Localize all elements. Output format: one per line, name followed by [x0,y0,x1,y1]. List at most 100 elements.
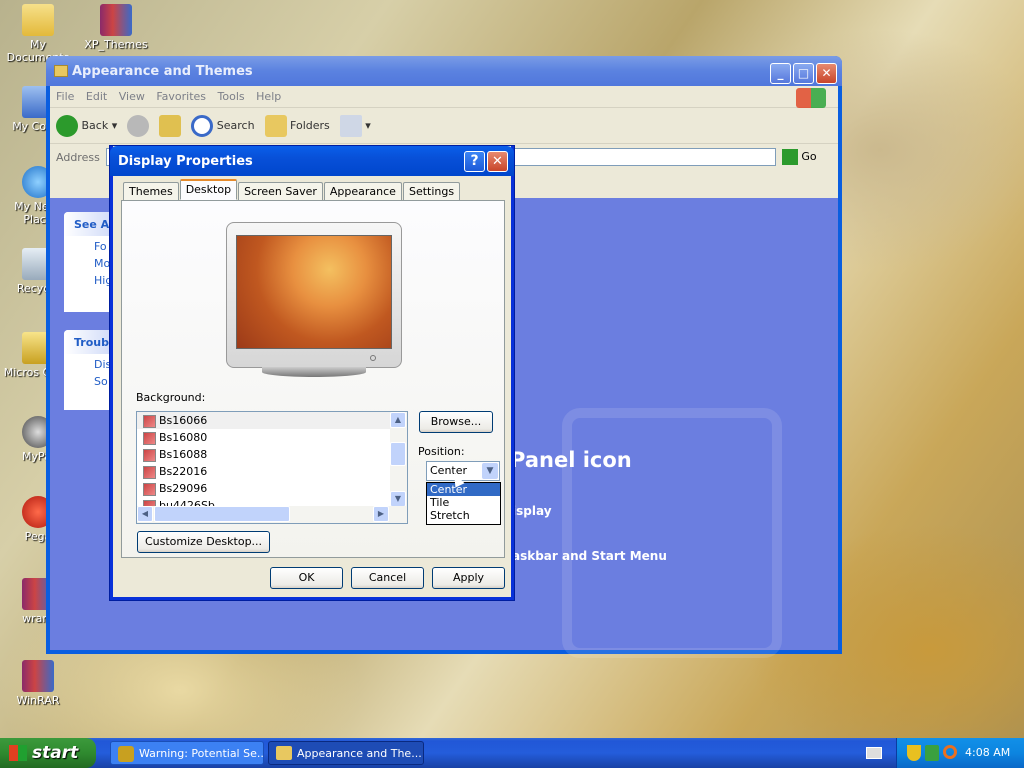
scroll-down-icon[interactable]: ▼ [390,491,406,507]
horizontal-scroll-thumb[interactable] [154,506,290,522]
desktop-icon-winrar[interactable]: WinRAR [0,660,76,707]
back-button[interactable]: Back ▾ [56,114,117,137]
winrar-archive-icon [100,4,132,36]
dialog-title: Display Properties [118,154,253,169]
tab-strip: Themes Desktop Screen Saver Appearance S… [123,179,461,200]
taskbar-item-label: Warning: Potential Se... [139,747,264,760]
folders-label: Folders [290,118,330,132]
menu-help[interactable]: Help [256,90,281,103]
tab-appearance[interactable]: Appearance [323,182,402,200]
taskbar-item-appearance[interactable]: Appearance and The... [268,741,424,765]
up-folder-button[interactable] [159,114,182,137]
task-link-taskbar[interactable]: askbar and Start Menu [512,549,667,563]
network-icon[interactable] [925,745,939,761]
go-arrow-icon [781,149,798,165]
menu-edit[interactable]: Edit [86,90,107,103]
close-button[interactable]: ✕ [816,63,837,84]
customize-desktop-button[interactable]: Customize Desktop... [137,531,270,553]
apply-button[interactable]: Apply [432,567,505,589]
horizontal-scrollbar[interactable]: ◀ ▶ [137,506,407,523]
background-list-item[interactable]: Bs29096 [137,480,407,497]
winrar-icon [22,660,54,692]
start-label: start [32,743,79,763]
tab-themes[interactable]: Themes [123,182,179,200]
folder-icon [276,746,292,760]
windows-logo-icon [796,88,826,108]
background-list[interactable]: Bs16066 Bs16080 Bs16088 Bs22016 Bs29096 … [136,411,408,524]
position-option[interactable]: Stretch [427,509,500,522]
warning-app-icon [118,746,134,762]
monitor-stand [262,367,366,377]
position-dropdown-list: Center Tile Stretch [426,482,501,525]
vertical-scrollbar[interactable]: ▲ ▼ [390,412,407,508]
position-label: Position: [418,445,465,458]
position-select-value: Center [430,464,468,477]
search-button[interactable]: Search [191,114,255,137]
position-option[interactable]: Tile [427,496,500,509]
menu-view[interactable]: View [119,90,145,103]
search-label: Search [216,118,255,132]
chevron-down-icon[interactable]: ▼ [482,463,498,479]
ok-button[interactable]: OK [270,567,343,589]
keyboard-icon[interactable] [866,747,882,759]
maximize-button[interactable]: □ [793,63,814,84]
back-label: Back [81,118,109,132]
desktop-icon-xp-themes[interactable]: XP_Themes [78,4,154,51]
system-tray: 4:08 AM [896,738,1024,768]
monitor-power-light [370,355,376,361]
menu-file[interactable]: File [56,90,74,103]
security-shield-icon[interactable] [907,745,921,761]
scroll-up-icon[interactable]: ▲ [390,412,406,428]
go-label: Go [801,150,817,163]
desktop-icon-label: WinRAR [16,694,60,707]
desktop-icon-my-documents[interactable]: My Documents [0,4,76,64]
start-button[interactable]: start [0,738,96,768]
help-button[interactable]: ? [464,151,485,172]
display-properties-dialog: Display Properties ? ✕ Themes Desktop Sc… [110,146,514,600]
main-heading: Panel icon [510,448,632,472]
clock: 4:08 AM [965,746,1011,759]
background-list-item[interactable]: Bs16088 [137,446,407,463]
taskbar: start Warning: Potential Se... Appearanc… [0,738,1024,768]
scroll-right-icon[interactable]: ▶ [373,506,389,522]
task-link-display[interactable]: isplay [512,504,552,518]
menu-favorites[interactable]: Favorites [156,90,206,103]
dialog-close-button[interactable]: ✕ [487,151,508,172]
minimize-button[interactable]: _ [770,63,791,84]
go-button[interactable]: Go [781,149,817,165]
position-select[interactable]: Center ▼ [426,461,500,481]
background-label: Background: [136,391,206,404]
desktop-tab-panel: Background: Bs16066 Bs16080 Bs16088 Bs22… [121,200,505,558]
views-icon [339,114,362,137]
folders-button[interactable]: Folders [264,114,330,137]
back-arrow-icon [56,114,78,137]
address-label: Address [56,150,100,164]
taskbar-item-label: Appearance and The... [297,747,422,760]
position-option[interactable]: Center [427,483,500,496]
views-button[interactable]: ▾ [339,114,371,137]
background-list-item[interactable]: Bs22016 [137,463,407,480]
tab-screen-saver[interactable]: Screen Saver [238,182,323,200]
toolbar: Back ▾ Search Folders ▾ [50,108,838,144]
background-list-item[interactable]: Bs16066 [137,412,407,429]
menu-bar: File Edit View Favorites Tools Help [50,86,838,108]
search-tray-icon[interactable] [943,745,957,759]
scroll-left-icon[interactable]: ◀ [137,506,153,522]
cancel-button[interactable]: Cancel [351,567,424,589]
explorer-title-bar[interactable]: Appearance and Themes [46,56,842,86]
dialog-title-bar[interactable]: Display Properties ? ✕ [110,146,514,176]
browse-button[interactable]: Browse... [419,411,493,433]
windows-flag-icon [9,745,27,761]
background-list-item[interactable]: Bs16080 [137,429,407,446]
tab-settings[interactable]: Settings [402,182,461,200]
search-icon [191,114,214,137]
forward-button[interactable] [127,114,150,137]
folders-icon [264,114,287,137]
taskbar-item-warning[interactable]: Warning: Potential Se... [110,741,264,765]
scroll-thumb[interactable] [390,442,406,466]
menu-tools[interactable]: Tools [218,90,245,103]
wallpaper-preview [236,235,392,349]
desktop-icon-label: XP_Themes [84,38,148,51]
window-title: Appearance and Themes [72,64,253,79]
tab-desktop[interactable]: Desktop [179,179,238,200]
